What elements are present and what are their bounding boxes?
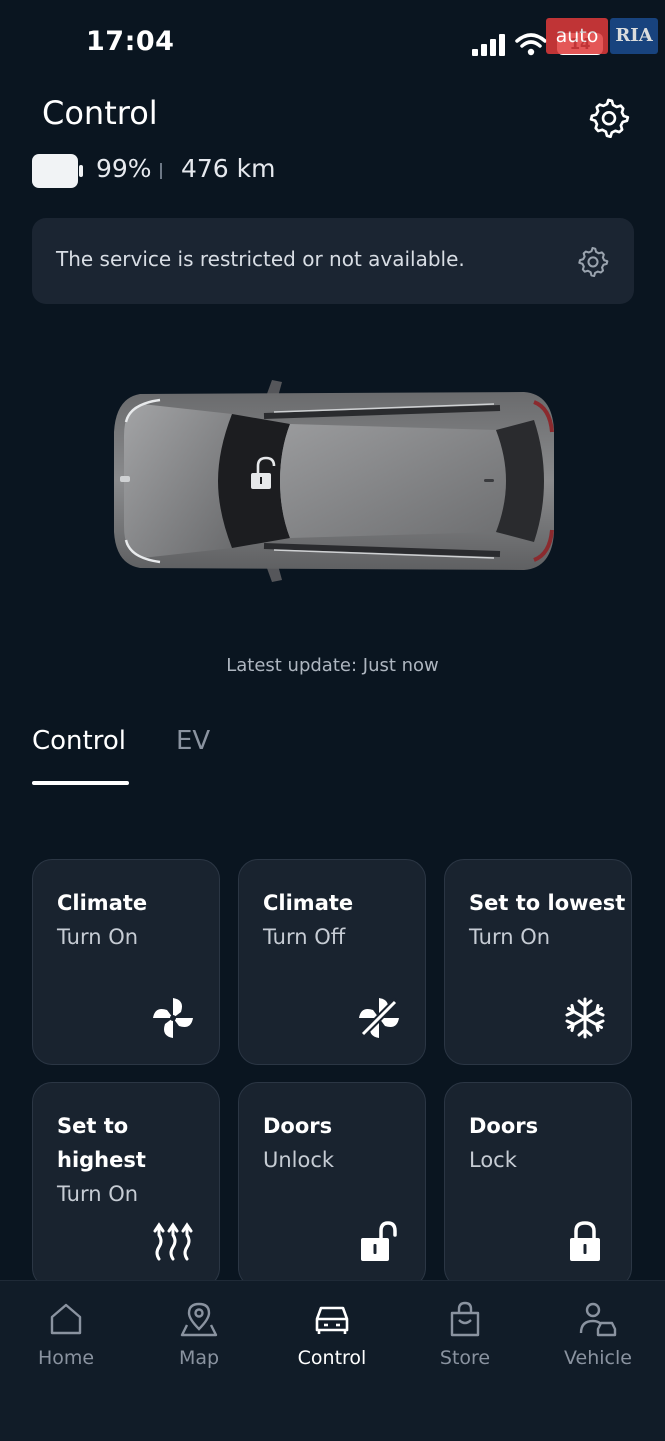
- latest-update-text: Latest update: Just now: [226, 655, 439, 676]
- doors-lock-card[interactable]: Doors Lock: [444, 1082, 632, 1288]
- card-title-text: Climate: [57, 891, 148, 915]
- snowflake-icon: [565, 997, 605, 1039]
- nav-control[interactable]: Control: [277, 1299, 387, 1369]
- divider: [160, 163, 162, 179]
- card-title: Doors Lock: [469, 1109, 629, 1177]
- climate-off-card[interactable]: Climate Turn Off: [238, 859, 426, 1065]
- card-action-text: Unlock: [263, 1148, 335, 1172]
- card-action-text: Turn Off: [263, 925, 346, 949]
- doors-unlock-card[interactable]: Doors Unlock: [238, 1082, 426, 1288]
- watermark-auto: auto: [546, 18, 608, 54]
- tab-control[interactable]: Control: [32, 726, 126, 756]
- card-title-text: Set to lowest: [469, 891, 626, 915]
- card-title-text: Climate: [263, 891, 354, 915]
- service-restricted-banner[interactable]: The service is restricted or not availab…: [32, 218, 634, 304]
- nav-label: Store: [439, 1347, 491, 1369]
- vehicle-user-icon: [579, 1302, 617, 1337]
- map-pin-icon: [180, 1302, 218, 1337]
- battery-icon: [32, 154, 83, 188]
- set-lowest-card[interactable]: Set to lowest Turn On: [444, 859, 632, 1065]
- card-title: Climate Turn Off: [263, 886, 423, 954]
- card-action-text: Turn On: [57, 925, 139, 949]
- status-time: 17:04: [86, 26, 175, 57]
- watermark-logo: auto RIA: [546, 18, 658, 58]
- tab-active-indicator: [32, 781, 129, 785]
- banner-message: The service is restricted or not availab…: [56, 247, 465, 271]
- card-title-text: Doors: [263, 1114, 333, 1138]
- nav-store[interactable]: Store: [410, 1299, 520, 1369]
- nav-map[interactable]: Map: [144, 1299, 254, 1369]
- climate-on-card[interactable]: Climate Turn On: [32, 859, 220, 1065]
- fan-icon: [153, 998, 193, 1038]
- tab-ev[interactable]: EV: [176, 726, 210, 756]
- fan-off-icon: [358, 997, 400, 1039]
- card-action-text: Turn On: [469, 925, 551, 949]
- nav-home[interactable]: Home: [11, 1299, 121, 1369]
- card-title-text: Doors: [469, 1114, 539, 1138]
- wifi-icon: [515, 33, 547, 56]
- cellular-signal-icon: [472, 34, 505, 56]
- nav-vehicle[interactable]: Vehicle: [543, 1299, 653, 1369]
- nav-label: Control: [297, 1347, 367, 1369]
- card-title: Doors Unlock: [263, 1109, 423, 1177]
- settings-gear-icon[interactable]: [588, 96, 630, 138]
- bottom-navigation: Home Map Control Store Vehicle: [0, 1280, 665, 1441]
- watermark-ria: RIA: [610, 18, 658, 54]
- card-title: Climate Turn On: [57, 886, 217, 954]
- nav-label: Home: [37, 1347, 95, 1369]
- unlock-icon: [361, 1221, 397, 1261]
- card-title: Set to lowest Turn On: [469, 886, 629, 954]
- battery-percentage: 99%: [96, 154, 152, 183]
- gear-icon[interactable]: [577, 245, 609, 277]
- lock-icon: [570, 1221, 600, 1261]
- page-title: Control: [42, 94, 158, 132]
- car-icon: [315, 1306, 349, 1334]
- card-title: Set to highest Turn On: [57, 1109, 217, 1211]
- card-action-text: Turn On: [57, 1182, 139, 1206]
- shopping-bag-icon: [450, 1301, 480, 1337]
- driving-range: 476 km: [181, 154, 276, 183]
- nav-label: Map: [178, 1347, 220, 1369]
- nav-label: Vehicle: [564, 1347, 632, 1369]
- home-icon: [50, 1303, 82, 1335]
- card-action-text: Lock: [469, 1148, 517, 1172]
- heat-icon: [153, 1222, 193, 1261]
- car-top-view-image: [114, 380, 554, 582]
- set-highest-card[interactable]: Set to highest Turn On: [32, 1082, 220, 1288]
- card-title-text: Set to highest: [57, 1114, 146, 1172]
